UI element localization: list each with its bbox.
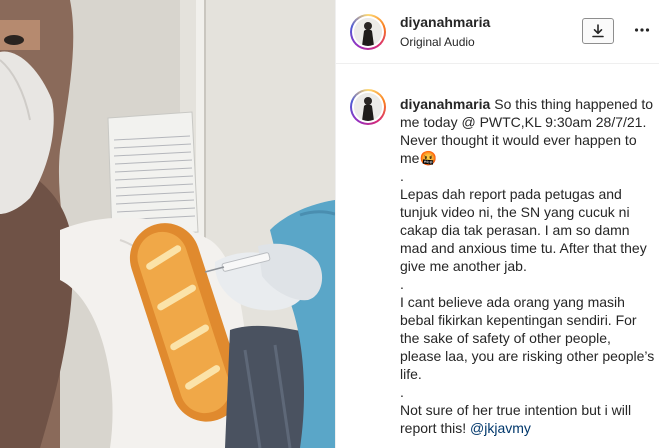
avatar-image	[354, 93, 382, 121]
caption-text: So this thing happened to me today @ PWT…	[400, 96, 655, 436]
post-header: diyanahmaria Original Audio	[336, 0, 659, 64]
header-username[interactable]: diyanahmaria	[400, 14, 490, 30]
avatar-image	[354, 18, 382, 46]
caption-avatar[interactable]	[350, 89, 386, 125]
caption-username[interactable]: diyanahmaria	[400, 96, 490, 112]
post-media[interactable]	[0, 0, 335, 448]
download-icon	[592, 24, 604, 38]
avatar[interactable]	[350, 14, 386, 50]
wall-paper-sheet	[107, 111, 199, 237]
audio-label[interactable]: Original Audio	[400, 35, 475, 49]
more-options-button[interactable]	[632, 22, 652, 42]
caption-section: diyanahmaria So this thing happened to me…	[336, 65, 659, 448]
post-side-panel: diyanahmaria Original Audio diyanahmaria…	[335, 0, 659, 448]
video-frame	[0, 0, 335, 448]
post-caption: diyanahmaria So this thing happened to me…	[400, 95, 656, 437]
mention-link[interactable]: @jkjavmy	[470, 420, 531, 436]
more-options-icon	[634, 28, 650, 32]
download-button[interactable]	[582, 18, 614, 44]
